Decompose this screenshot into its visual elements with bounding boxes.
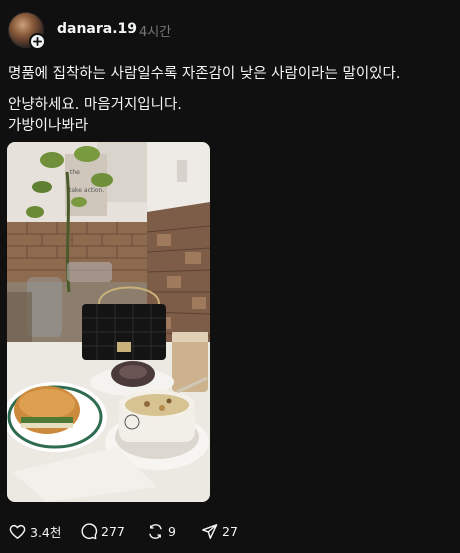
- follow-plus-icon[interactable]: [29, 33, 46, 50]
- post-timestamp: 4시간: [139, 25, 172, 40]
- cafe-photo-illustration: the take action.: [7, 142, 210, 502]
- repost-button[interactable]: 9: [146, 520, 176, 542]
- repost-icon: [149, 523, 162, 539]
- heart-icon: [9, 524, 26, 539]
- share-icon: [202, 523, 218, 539]
- share-button[interactable]: 27: [200, 520, 238, 542]
- post-text-line-2: 안냥하세요. 마음거지입니다.: [8, 97, 182, 113]
- post-actions: 3.4천 277 9 27: [8, 520, 448, 542]
- repost-count: 9: [168, 523, 176, 539]
- post-photo[interactable]: the take action.: [7, 142, 210, 502]
- post-text-line-1: 명품에 집착하는 사람일수록 자존감이 낮은 사람이라는 말이있다.: [8, 66, 401, 82]
- username[interactable]: danara.19: [57, 21, 137, 37]
- comment-button[interactable]: 277: [79, 520, 125, 542]
- share-count: 27: [222, 523, 238, 539]
- like-count: 3.4천: [30, 524, 62, 540]
- comment-icon: [81, 522, 98, 539]
- comment-count: 277: [101, 523, 125, 539]
- poster-text-1: the: [70, 169, 80, 176]
- poster-text-2: take action.: [69, 187, 104, 194]
- like-button[interactable]: 3.4천: [8, 520, 61, 542]
- post-header: danara.19 4시간: [8, 12, 448, 50]
- post-text-line-3: 가방이나봐라: [8, 118, 89, 134]
